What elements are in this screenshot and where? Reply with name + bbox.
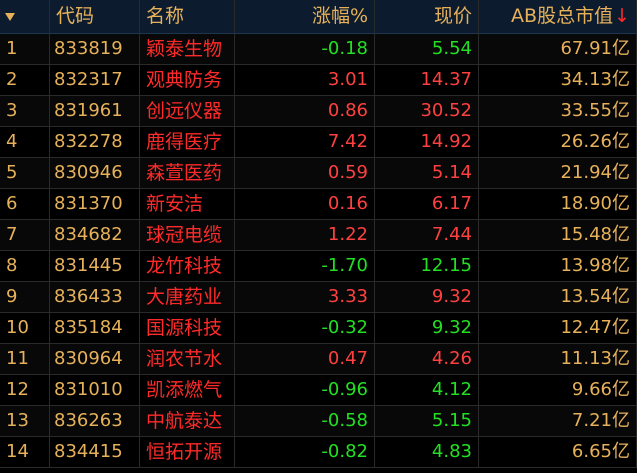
- stock-name[interactable]: 润农节水: [140, 344, 235, 375]
- current-price[interactable]: 14.37: [375, 65, 479, 96]
- market-cap[interactable]: 6.65亿: [479, 437, 637, 468]
- header-price[interactable]: 现价: [375, 0, 479, 34]
- market-cap[interactable]: 13.98亿: [479, 251, 637, 282]
- current-price[interactable]: 5.14: [375, 158, 479, 189]
- change-percent[interactable]: -0.96: [235, 375, 375, 406]
- row-index[interactable]: 14: [0, 437, 50, 468]
- market-cap[interactable]: 11.13亿: [479, 344, 637, 375]
- header-mktcap[interactable]: AB股总市值 ↓: [479, 0, 637, 34]
- row-index[interactable]: 7: [0, 220, 50, 251]
- change-percent[interactable]: 0.16: [235, 189, 375, 220]
- market-cap[interactable]: 18.90亿: [479, 189, 637, 220]
- market-cap[interactable]: 13.54亿: [479, 282, 637, 313]
- current-price[interactable]: 12.15: [375, 251, 479, 282]
- stock-code[interactable]: 831010: [50, 375, 140, 406]
- stock-code[interactable]: 834415: [50, 437, 140, 468]
- current-price[interactable]: 4.83: [375, 437, 479, 468]
- stock-name[interactable]: 大唐药业: [140, 282, 235, 313]
- current-price[interactable]: 7.44: [375, 220, 479, 251]
- stock-name[interactable]: 颖泰生物: [140, 34, 235, 65]
- stock-code[interactable]: 836433: [50, 282, 140, 313]
- header-index-col[interactable]: [0, 0, 50, 34]
- row-index[interactable]: 9: [0, 282, 50, 313]
- stock-code[interactable]: 835184: [50, 313, 140, 344]
- caret-down-icon[interactable]: [4, 12, 16, 22]
- change-percent[interactable]: 3.01: [235, 65, 375, 96]
- market-cap[interactable]: 33.55亿: [479, 96, 637, 127]
- stock-name[interactable]: 球冠电缆: [140, 220, 235, 251]
- current-price[interactable]: 14.92: [375, 127, 479, 158]
- header-code[interactable]: 代码: [50, 0, 140, 34]
- market-cap[interactable]: 9.66亿: [479, 375, 637, 406]
- stock-code[interactable]: 833819: [50, 34, 140, 65]
- change-percent[interactable]: -1.70: [235, 251, 375, 282]
- stock-name[interactable]: 鹿得医疗: [140, 127, 235, 158]
- stock-code[interactable]: 830964: [50, 344, 140, 375]
- current-price[interactable]: 5.54: [375, 34, 479, 65]
- header-mktcap-label: AB股总市值: [511, 5, 614, 27]
- market-cap[interactable]: 7.21亿: [479, 406, 637, 437]
- current-price[interactable]: 9.32: [375, 313, 479, 344]
- header-change[interactable]: 涨幅%: [235, 0, 375, 34]
- change-percent[interactable]: -0.32: [235, 313, 375, 344]
- row-index[interactable]: 10: [0, 313, 50, 344]
- row-index[interactable]: 2: [0, 65, 50, 96]
- current-price[interactable]: 4.12: [375, 375, 479, 406]
- stock-name[interactable]: 新安洁: [140, 189, 235, 220]
- row-index[interactable]: 3: [0, 96, 50, 127]
- change-percent[interactable]: 7.42: [235, 127, 375, 158]
- sort-desc-arrow-icon: ↓: [614, 5, 630, 27]
- market-cap[interactable]: 67.91亿: [479, 34, 637, 65]
- row-index[interactable]: 6: [0, 189, 50, 220]
- stock-name[interactable]: 恒拓开源: [140, 437, 235, 468]
- stock-name[interactable]: 观典防务: [140, 65, 235, 96]
- market-cap[interactable]: 26.26亿: [479, 127, 637, 158]
- stock-name[interactable]: 龙竹科技: [140, 251, 235, 282]
- row-index[interactable]: 4: [0, 127, 50, 158]
- row-index[interactable]: 12: [0, 375, 50, 406]
- stock-code[interactable]: 831370: [50, 189, 140, 220]
- change-percent[interactable]: 0.47: [235, 344, 375, 375]
- stock-code[interactable]: 832317: [50, 65, 140, 96]
- market-cap[interactable]: 12.47亿: [479, 313, 637, 344]
- market-cap[interactable]: 15.48亿: [479, 220, 637, 251]
- stock-name[interactable]: 森萱医药: [140, 158, 235, 189]
- row-index[interactable]: 1: [0, 34, 50, 65]
- stock-code[interactable]: 836263: [50, 406, 140, 437]
- stock-code[interactable]: 831961: [50, 96, 140, 127]
- change-percent[interactable]: 0.59: [235, 158, 375, 189]
- current-price[interactable]: 5.15: [375, 406, 479, 437]
- stock-name[interactable]: 凯添燃气: [140, 375, 235, 406]
- row-index[interactable]: 13: [0, 406, 50, 437]
- stock-name[interactable]: 中航泰达: [140, 406, 235, 437]
- row-index[interactable]: 11: [0, 344, 50, 375]
- stock-code[interactable]: 832278: [50, 127, 140, 158]
- stock-code[interactable]: 834682: [50, 220, 140, 251]
- change-percent[interactable]: 0.86: [235, 96, 375, 127]
- current-price[interactable]: 30.52: [375, 96, 479, 127]
- change-percent[interactable]: 3.33: [235, 282, 375, 313]
- market-cap[interactable]: 21.94亿: [479, 158, 637, 189]
- stock-name[interactable]: 创远仪器: [140, 96, 235, 127]
- current-price[interactable]: 4.26: [375, 344, 479, 375]
- change-percent[interactable]: -0.58: [235, 406, 375, 437]
- market-cap[interactable]: 34.13亿: [479, 65, 637, 96]
- current-price[interactable]: 6.17: [375, 189, 479, 220]
- row-index[interactable]: 8: [0, 251, 50, 282]
- stock-code[interactable]: 831445: [50, 251, 140, 282]
- stock-quote-table: 代码 名称 涨幅% 现价 AB股总市值 ↓ 1 833819 颖泰生物 -0.18 5.5…: [0, 0, 637, 473]
- stock-name[interactable]: 国源科技: [140, 313, 235, 344]
- change-percent[interactable]: -0.82: [235, 437, 375, 468]
- change-percent[interactable]: -0.18: [235, 34, 375, 65]
- row-index[interactable]: 5: [0, 158, 50, 189]
- current-price[interactable]: 9.32: [375, 282, 479, 313]
- header-name[interactable]: 名称: [140, 0, 235, 34]
- stock-code[interactable]: 830946: [50, 158, 140, 189]
- change-percent[interactable]: 1.22: [235, 220, 375, 251]
